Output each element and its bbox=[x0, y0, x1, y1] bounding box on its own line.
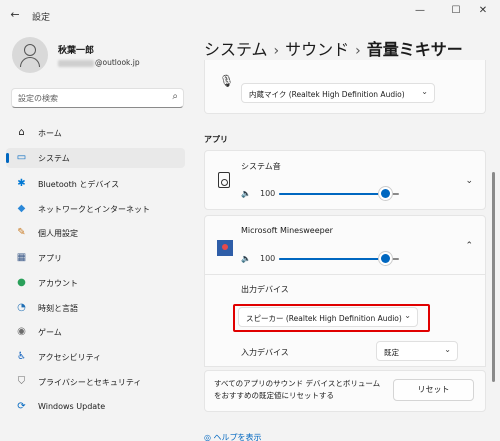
slider-fill bbox=[279, 193, 385, 195]
slider-thumb[interactable] bbox=[380, 254, 390, 263]
sidebar-item-accessibility[interactable]: ♿ アクセシビリティ bbox=[6, 347, 185, 367]
title-bar: ← 設定 — ☐ ✕ bbox=[0, 0, 500, 30]
app-card-system-sounds[interactable]: システム音 🔈 100 ⌄ bbox=[204, 150, 486, 210]
search-box[interactable]: 設定の検索 ⌕ bbox=[11, 88, 184, 108]
page-title: 音量ミキサー bbox=[366, 40, 463, 59]
sidebar-item-windows-update[interactable]: ⟳ Windows Update bbox=[6, 397, 185, 417]
breadcrumb: システム › サウンド › 音量ミキサー bbox=[204, 36, 463, 60]
sidebar-item-privacy[interactable]: ⛉ プライバシーとセキュリティ bbox=[6, 372, 185, 392]
sidebar-item-label: ゲーム bbox=[38, 328, 62, 337]
accessibility-icon: ♿ bbox=[17, 351, 26, 362]
volume-icon: 🔈 bbox=[241, 189, 251, 198]
sidebar-item-label: アプリ bbox=[38, 254, 62, 263]
avatar-body-icon bbox=[20, 57, 40, 67]
update-icon: ⟳ bbox=[17, 401, 26, 412]
sidebar-item-label: アクセシビリティ bbox=[38, 353, 102, 362]
speaker-icon bbox=[218, 172, 230, 188]
bluetooth-icon: ✱ bbox=[17, 178, 26, 189]
breadcrumb-system[interactable]: システム bbox=[204, 40, 268, 59]
sidebar-item-gaming[interactable]: ◉ ゲーム bbox=[6, 322, 185, 342]
reset-button[interactable]: リセット bbox=[393, 379, 474, 401]
chevron-down-icon: ⌄ bbox=[444, 345, 451, 354]
sidebar-item-label: 時刻と言語 bbox=[38, 304, 78, 313]
gamepad-icon: ◉ bbox=[17, 326, 26, 337]
reset-description: すべてのアプリのサウンド デバイスとボリュームをおすすめの既定値にリセットする bbox=[214, 379, 381, 400]
microphone-icon: 🎙 bbox=[219, 74, 235, 88]
brush-icon: ✎ bbox=[17, 227, 26, 238]
breadcrumb-separator-icon: › bbox=[273, 43, 280, 59]
slider-fill bbox=[279, 258, 385, 260]
minimize-button[interactable]: — bbox=[411, 4, 429, 18]
sidebar-item-apps[interactable]: ▦ アプリ bbox=[6, 248, 185, 268]
search-icon[interactable]: ⌕ bbox=[172, 91, 178, 102]
minesweeper-app-icon bbox=[217, 240, 233, 256]
chevron-up-icon[interactable]: ⌃ bbox=[465, 241, 473, 251]
user-name: 秋葉一郎 bbox=[58, 46, 95, 56]
avatar[interactable] bbox=[12, 37, 48, 73]
sidebar-item-personalization[interactable]: ✎ 個人用設定 bbox=[6, 223, 185, 243]
sidebar-item-label: プライバシーとセキュリティ bbox=[38, 378, 142, 387]
input-device-label: 入力デバイス bbox=[241, 348, 289, 357]
maximize-button[interactable]: ☐ bbox=[447, 4, 465, 18]
email-suffix: @outlook.jp bbox=[95, 58, 140, 67]
app-name: Microsoft Minesweeper bbox=[241, 226, 333, 235]
volume-value: 100 bbox=[260, 189, 276, 198]
sidebar-item-label: アカウント bbox=[38, 279, 78, 288]
home-icon: ⌂ bbox=[18, 127, 25, 138]
volume-icon: 🔈 bbox=[241, 254, 251, 263]
shield-icon: ⛉ bbox=[17, 376, 26, 387]
input-device-select[interactable]: 既定 ⌄ bbox=[376, 341, 458, 361]
sidebar-item-label: システム bbox=[38, 154, 70, 163]
account-icon: ● bbox=[17, 277, 26, 288]
apps-section-title: アプリ bbox=[204, 135, 228, 144]
close-button[interactable]: ✕ bbox=[474, 4, 492, 18]
avatar-head-icon bbox=[24, 44, 36, 56]
sidebar-item-home[interactable]: ⌂ ホーム bbox=[6, 123, 185, 143]
sidebar-item-label: 個人用設定 bbox=[38, 229, 78, 238]
sidebar-item-label: Bluetooth とデバイス bbox=[38, 180, 120, 189]
breadcrumb-sound[interactable]: サウンド bbox=[285, 40, 349, 59]
volume-value: 100 bbox=[260, 254, 276, 263]
help-link[interactable]: ◎ ヘルプを表示 bbox=[204, 432, 262, 441]
input-device-card: 🎙 内蔵マイク (Realtek High Definition Audio) … bbox=[204, 60, 486, 114]
slider-thumb[interactable] bbox=[380, 189, 390, 198]
user-email: @outlook.jp bbox=[58, 58, 140, 67]
clock-globe-icon: ◔ bbox=[17, 302, 26, 313]
output-device-label: 出力デバイス bbox=[241, 285, 289, 294]
volume-slider[interactable] bbox=[279, 254, 399, 264]
sidebar-item-system[interactable]: ▭ システム bbox=[6, 148, 185, 168]
volume-slider[interactable] bbox=[279, 189, 399, 199]
app-name: システム音 bbox=[241, 162, 281, 171]
search-placeholder: 設定の検索 bbox=[18, 94, 58, 103]
highlight-box bbox=[233, 304, 430, 332]
sidebar-item-label: ネットワークとインターネット bbox=[38, 205, 150, 214]
sidebar-item-label: Windows Update bbox=[38, 402, 106, 411]
breadcrumb-separator-icon: › bbox=[355, 43, 361, 59]
sidebar-item-label: ホーム bbox=[38, 129, 62, 138]
help-link-label[interactable]: ヘルプを表示 bbox=[214, 433, 262, 441]
back-arrow-icon[interactable]: ← bbox=[8, 8, 22, 22]
email-redaction bbox=[58, 59, 94, 67]
chevron-down-icon[interactable]: ⌄ bbox=[465, 176, 473, 186]
scrollbar[interactable] bbox=[492, 172, 495, 382]
input-device-dropdown[interactable]: 内蔵マイク (Realtek High Definition Audio) ⌄ bbox=[241, 83, 435, 103]
sidebar-item-network[interactable]: ◆ ネットワークとインターネット bbox=[6, 199, 185, 219]
active-indicator bbox=[6, 153, 9, 163]
sidebar-item-accounts[interactable]: ● アカウント bbox=[6, 273, 185, 293]
app-title: 設定 bbox=[32, 13, 51, 23]
app-card-minesweeper[interactable]: Microsoft Minesweeper 🔈 100 ⌃ bbox=[204, 215, 486, 275]
sidebar-item-bluetooth[interactable]: ✱ Bluetooth とデバイス bbox=[6, 174, 185, 194]
input-device-select-value: 既定 bbox=[384, 348, 399, 357]
system-icon: ▭ bbox=[16, 152, 27, 163]
input-device-value: 内蔵マイク (Realtek High Definition Audio) bbox=[249, 90, 405, 99]
wifi-icon: ◆ bbox=[17, 203, 26, 214]
chevron-down-icon: ⌄ bbox=[421, 87, 428, 96]
sidebar-item-time-language[interactable]: ◔ 時刻と言語 bbox=[6, 298, 185, 318]
apps-icon: ▦ bbox=[16, 252, 27, 263]
help-icon: ◎ bbox=[204, 433, 214, 441]
